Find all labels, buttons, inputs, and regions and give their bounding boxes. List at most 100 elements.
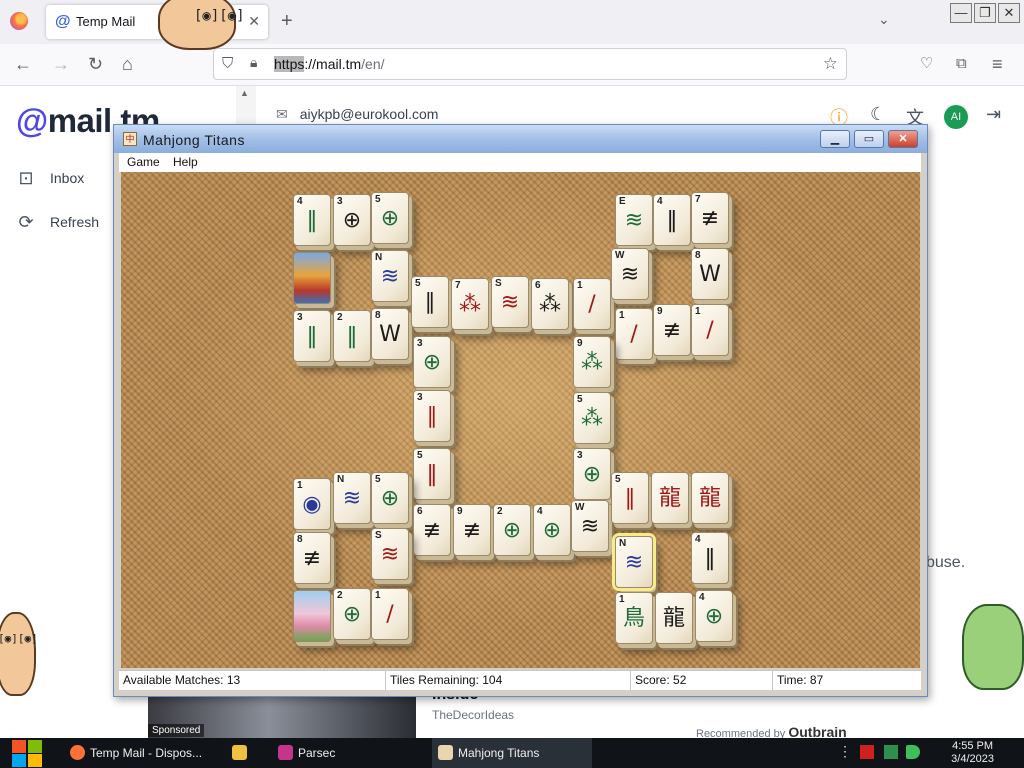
mahjong-tile[interactable]: 2 ‖ [333, 310, 371, 362]
pocket-icon[interactable]: ♡ [920, 53, 933, 75]
mahjong-tile[interactable]: 1鳥 [615, 592, 653, 644]
mahjong-tile[interactable]: 6 ≢ [413, 504, 451, 556]
mahjong-tile[interactable]: 3 ‖ [293, 310, 331, 362]
tile-label: 5 [417, 450, 423, 461]
scroll-up-arrow-icon[interactable]: ▲ [240, 88, 249, 98]
lock-icon[interactable]: 🔒︎ [250, 54, 257, 71]
tile-symbol-icon: 龍 [662, 606, 685, 631]
mahjong-tile[interactable]: 6 ⁂ [531, 278, 569, 330]
mahjong-close-button[interactable]: ✕ [888, 130, 918, 148]
mahjong-tile[interactable]: 1/ [615, 308, 653, 360]
mahjong-tile[interactable]: 2 ⊕ [493, 504, 531, 556]
mahjong-tile[interactable]: S ≋ [371, 528, 409, 580]
taskbar-item-parsec[interactable]: Parsec [272, 738, 422, 768]
home-icon[interactable]: ⌂ [122, 53, 133, 75]
taskbar-label: Parsec [298, 746, 336, 760]
sidebar-item-refresh[interactable]: ⟳ Refresh [16, 208, 99, 236]
mahjong-tile[interactable]: 9 ⁂ [573, 336, 611, 388]
mahjong-maximize-button[interactable]: ▭ [854, 130, 884, 148]
tile-symbol-icon: ≢ [662, 318, 682, 343]
address-bar[interactable]: ⛉ 🔒︎ https://mail.tm/en/ ☆ [213, 48, 847, 80]
mahjong-minimize-button[interactable]: ▁ [820, 130, 850, 148]
mahjong-tile[interactable]: 5 ∥ [611, 472, 649, 524]
clock-date: 3/4/2023 [951, 753, 994, 765]
windows-start-button[interactable] [10, 738, 44, 768]
overflow-icon[interactable]: ⋮ [838, 743, 852, 759]
mahjong-tile[interactable]: 龍 [691, 472, 729, 524]
taskbar-item-mahjong[interactable]: Mahjong Titans [432, 738, 592, 768]
tile-symbol-icon: 鳥 [622, 606, 645, 631]
flag-icon[interactable] [860, 745, 874, 759]
sidebar-item-inbox[interactable]: ⊡ Inbox [16, 164, 84, 192]
mahjong-tile[interactable]: 龍 [651, 472, 689, 524]
volume-icon[interactable] [906, 745, 920, 759]
mahjong-tile[interactable]: 5 ⊕ [371, 192, 409, 244]
extensions-icon[interactable]: ⧉ [956, 53, 967, 75]
mahjong-tile[interactable]: N ≋ [333, 472, 371, 524]
new-tab-button[interactable]: + [281, 9, 293, 33]
mahjong-tile[interactable]: W ≋ [571, 500, 609, 552]
back-arrow-icon[interactable]: ← [14, 53, 32, 75]
mahjong-tile[interactable]: 1 ◉ [293, 478, 331, 530]
glasses-icon: [◉][◉] [194, 8, 245, 24]
minimize-button[interactable]: — [950, 3, 972, 23]
mahjong-tile[interactable]: 4 ‖ [653, 194, 691, 246]
taskbar-item-explorer[interactable] [226, 738, 262, 768]
mahjong-tile[interactable]: 8W [691, 248, 729, 300]
mahjong-tile[interactable]: 8 ≢ [293, 532, 331, 584]
mahjong-tile[interactable]: 5 ⊕ [371, 472, 409, 524]
close-window-button[interactable]: ✕ [998, 3, 1020, 23]
mahjong-tile[interactable]: 5 ∥ [411, 276, 449, 328]
firefox-icon[interactable] [10, 12, 28, 30]
mahjong-tile[interactable]: 3 ∥ [413, 390, 451, 442]
mahjong-tile[interactable]: N ≋ [371, 250, 409, 302]
ad-source[interactable]: TheDecorIdeas [432, 708, 514, 722]
mahjong-tile[interactable]: 5 ‖ [413, 448, 451, 500]
mahjong-tile[interactable]: 1/ [371, 588, 409, 640]
menu-icon[interactable]: ≡ [992, 53, 1003, 75]
menu-help[interactable]: Help [173, 155, 198, 169]
avatar[interactable]: AI [944, 105, 968, 129]
tile-label: 1 [375, 590, 381, 601]
mahjong-tile[interactable]: 7 ≢ [691, 192, 729, 244]
maximize-button[interactable]: ❐ [974, 3, 996, 23]
mahjong-tile[interactable]: 2 ⊕ [333, 588, 371, 640]
mahjong-tile[interactable]: 8W [371, 308, 409, 360]
email-address[interactable]: ✉ aiykpb@eurokool.com [276, 106, 438, 123]
mahjong-tile[interactable]: 4 ‖ [691, 532, 729, 584]
taskbar-item-firefox[interactable]: Temp Mail - Dispos... [64, 738, 214, 768]
mahjong-tile[interactable]: N ≋ [615, 536, 653, 588]
mahjong-tile[interactable] [293, 590, 331, 642]
mahjong-tile[interactable]: 7 ⁂ [451, 278, 489, 330]
mahjong-tile[interactable]: 1/ [573, 278, 611, 330]
tile-label: 5 [615, 474, 621, 485]
logout-icon[interactable]: ⇥ [986, 104, 1001, 125]
mahjong-tile[interactable]: 9 ≢ [653, 304, 691, 356]
forward-arrow-icon[interactable]: → [52, 53, 70, 75]
mahjong-tile[interactable] [293, 252, 331, 304]
mahjong-tile[interactable]: 4 ⊕ [695, 590, 733, 642]
mahjong-tile[interactable]: 4 ‖ [293, 194, 331, 246]
mahjong-tile[interactable]: S ≋ [491, 276, 529, 328]
clock[interactable]: 4:55 PM 3/4/2023 [951, 740, 994, 766]
moon-icon[interactable]: ☾ [870, 104, 886, 125]
chevron-down-icon[interactable]: ⌄ [878, 11, 890, 28]
mahjong-tile[interactable]: 3 ⊕ [333, 194, 371, 246]
reload-icon[interactable]: ↻ [88, 53, 103, 75]
mahjong-tile[interactable]: 龍 [655, 592, 693, 644]
close-tab-icon[interactable]: ✕ [248, 13, 260, 30]
network-icon[interactable] [884, 745, 898, 759]
mahjong-tile[interactable]: 5 ⁂ [573, 392, 611, 444]
mahjong-titlebar[interactable]: 中 Mahjong Titans ▁ ▭ ✕ [114, 125, 927, 153]
mahjong-tile[interactable]: W ≋ [611, 248, 649, 300]
mahjong-tile[interactable]: 3 ⊕ [573, 448, 611, 500]
star-icon[interactable]: ☆ [823, 54, 838, 74]
menu-game[interactable]: Game [127, 155, 160, 169]
tile-label: 4 [537, 506, 543, 517]
shield-icon[interactable]: ⛉ [222, 55, 233, 72]
mahjong-tile[interactable]: E ≋ [615, 194, 653, 246]
mahjong-tile[interactable]: 3 ⊕ [413, 336, 451, 388]
mahjong-tile[interactable]: 1/ [691, 304, 729, 356]
mahjong-tile[interactable]: 4 ⊕ [533, 504, 571, 556]
mahjong-tile[interactable]: 9 ≢ [453, 504, 491, 556]
